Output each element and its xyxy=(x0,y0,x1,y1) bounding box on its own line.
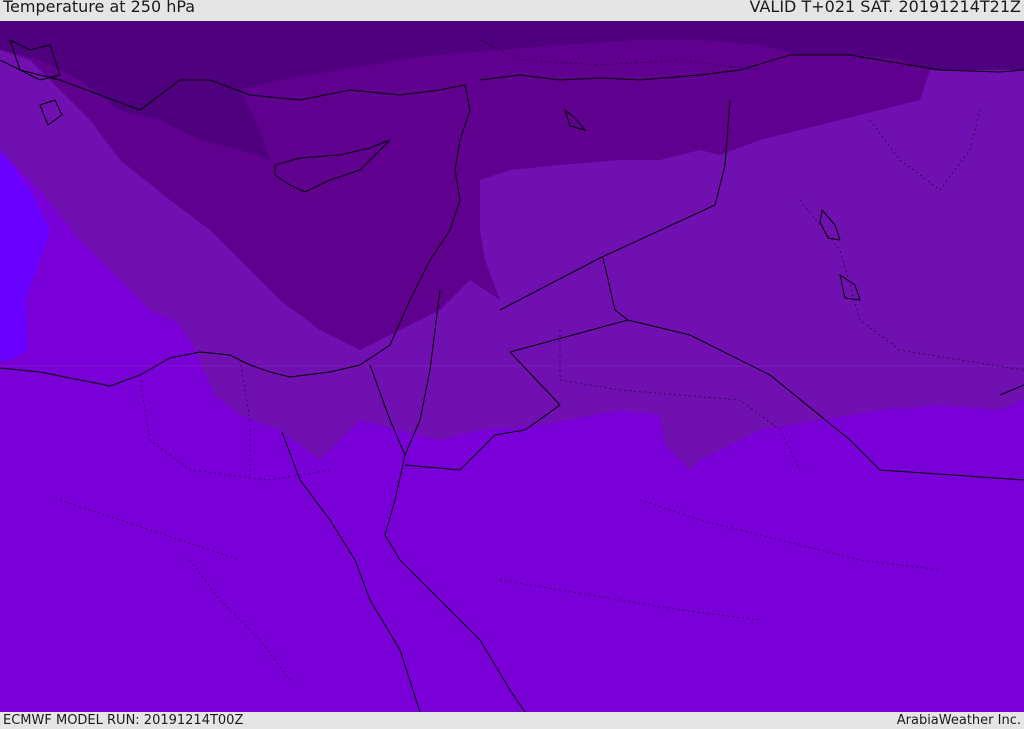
map-title: Temperature at 250 hPa xyxy=(3,0,196,16)
map-header: Temperature at 250 hPa VALID T+021 SAT. … xyxy=(0,0,1024,21)
credit-label: ArabiaWeather Inc. xyxy=(896,713,1021,728)
map-footer: ECMWF MODEL RUN: 20191214T00Z ArabiaWeat… xyxy=(0,712,1024,729)
valid-time-label: VALID T+021 SAT. 20191214T21Z xyxy=(749,0,1021,16)
temperature-map[interactable] xyxy=(0,21,1024,712)
map-canvas xyxy=(0,21,1024,712)
model-run-label: ECMWF MODEL RUN: 20191214T00Z xyxy=(3,713,244,728)
